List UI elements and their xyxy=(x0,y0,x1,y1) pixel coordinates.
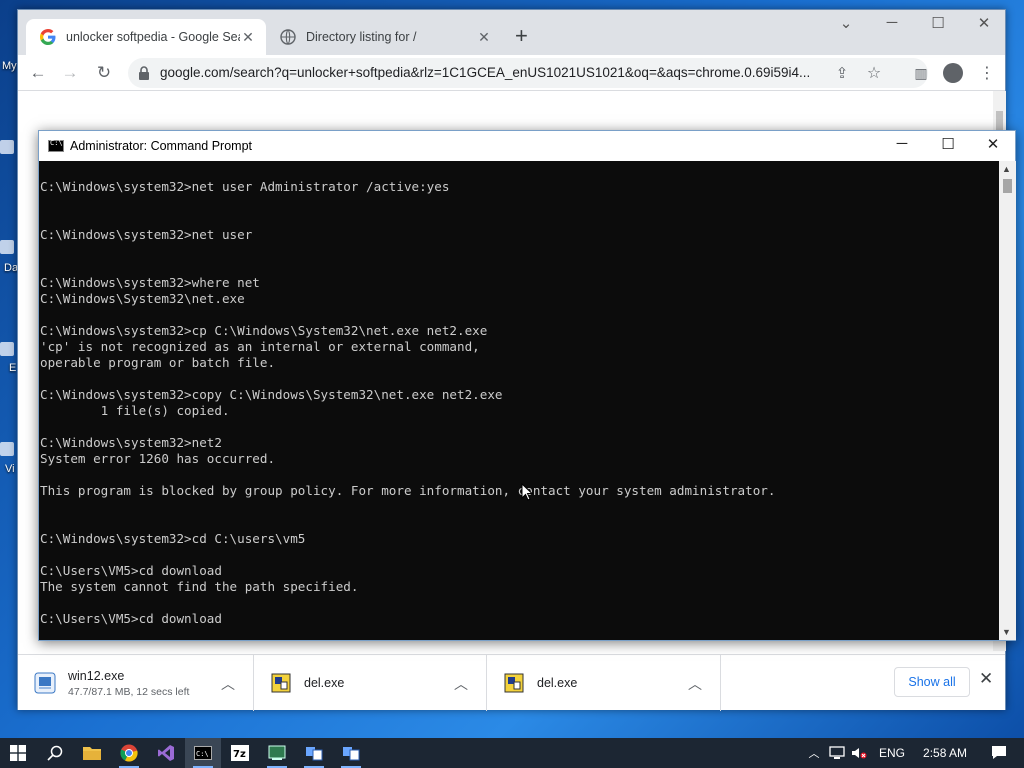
chevron-up-icon[interactable]: ︿ xyxy=(805,745,823,761)
notifications-icon[interactable] xyxy=(991,745,1007,761)
download-shelf: win12.exe 47.7/87.1 MB, 12 secs left ︿ d… xyxy=(18,654,1005,711)
exe-file-icon xyxy=(504,673,524,693)
google-g-icon xyxy=(40,29,56,45)
desktop-icon-label[interactable]: E xyxy=(9,362,16,374)
download-item[interactable]: del.exe ︿ xyxy=(487,655,721,711)
chevron-up-icon[interactable]: ︿ xyxy=(221,674,235,694)
download-filename: del.exe xyxy=(537,676,578,690)
search-icon xyxy=(47,745,63,761)
download-item[interactable]: del.exe ︿ xyxy=(254,655,487,711)
menu-kebab-icon[interactable]: ⋮ xyxy=(975,61,999,85)
scroll-thumb[interactable] xyxy=(1003,179,1012,193)
desktop-icon[interactable] xyxy=(0,442,14,456)
installer-icon xyxy=(34,672,56,694)
close-window-button[interactable]: ✕ xyxy=(961,14,1007,32)
taskbar-app-window[interactable] xyxy=(259,738,295,768)
profile-avatar[interactable] xyxy=(943,63,963,83)
scroll-up-icon[interactable]: ▲ xyxy=(1002,164,1011,174)
cmd-maximize-button[interactable]: ☐ xyxy=(925,135,971,159)
desktop-icon-label[interactable]: My xyxy=(2,60,17,72)
console-text: C:\Windows\system32>net user Administrat… xyxy=(40,179,776,626)
tab-strip: unlocker softpedia - Google Sear ✕ Direc… xyxy=(18,10,1005,55)
taskbar: C:\ 7z ︿ ENG 2:58 AM xyxy=(0,738,1024,768)
chrome-icon xyxy=(120,744,138,762)
console-output[interactable]: C:\Windows\system32>net user Administrat… xyxy=(39,161,999,640)
back-icon[interactable]: ← xyxy=(26,61,50,85)
download-filename: win12.exe xyxy=(68,668,125,683)
exe-file-icon xyxy=(271,673,291,693)
taskbar-7zip[interactable]: 7z xyxy=(222,738,258,768)
browser-toolbar: ← → ↻ google.com/search?q=unlocker+softp… xyxy=(18,55,1005,91)
chevron-up-icon[interactable]: ︿ xyxy=(688,674,702,694)
globe-icon xyxy=(280,29,296,45)
cmd-titlebar[interactable]: Administrator: Command Prompt ─ ☐ ✕ xyxy=(39,131,1015,161)
download-status: 47.7/87.1 MB, 12 secs left xyxy=(68,685,190,698)
side-panel-icon[interactable]: ▥ xyxy=(909,61,933,85)
chevron-up-icon[interactable]: ︿ xyxy=(454,674,468,694)
taskbar-command-prompt[interactable]: C:\ xyxy=(185,738,221,768)
taskbar-visual-studio[interactable] xyxy=(148,738,184,768)
cmd-title: Administrator: Command Prompt xyxy=(70,139,253,153)
command-prompt-window: Administrator: Command Prompt ─ ☐ ✕ C:\W… xyxy=(38,130,1016,641)
visual-studio-icon xyxy=(158,745,174,761)
taskbar-chrome[interactable] xyxy=(111,738,147,768)
windows-logo-icon xyxy=(10,745,26,761)
share-icon[interactable]: ⇪ xyxy=(830,61,854,85)
cmd-scrollbar[interactable]: ▲ ▼ xyxy=(999,161,1016,640)
taskbar-file-explorer[interactable] xyxy=(74,738,110,768)
desktop-icon-label[interactable]: Vi xyxy=(5,463,15,475)
7zip-icon: 7z xyxy=(231,745,249,761)
forward-icon[interactable]: → xyxy=(58,61,82,85)
bookmark-star-icon[interactable]: ☆ xyxy=(862,61,886,85)
language-indicator[interactable]: ENG xyxy=(879,746,905,760)
app-tool-icon xyxy=(306,747,323,761)
download-filename: del.exe xyxy=(304,676,345,690)
close-shelf-icon[interactable]: ✕ xyxy=(979,669,993,689)
tab-directory-listing[interactable]: Directory listing for / ✕ xyxy=(266,19,502,55)
taskbar-app-tool-2[interactable] xyxy=(333,738,369,768)
url-text[interactable]: google.com/search?q=unlocker+softpedia&r… xyxy=(160,65,828,80)
desktop-icon[interactable] xyxy=(0,140,14,154)
cmd-app-icon[interactable] xyxy=(48,139,64,152)
show-all-button[interactable]: Show all xyxy=(894,667,970,697)
tab-search-button[interactable]: ⌄ xyxy=(823,14,869,32)
app-window-icon xyxy=(268,745,286,760)
maximize-button[interactable]: ☐ xyxy=(915,14,961,32)
desktop-icon-label[interactable]: Da xyxy=(4,262,18,274)
clock[interactable]: 2:58 AM xyxy=(923,746,967,760)
tab-google-search[interactable]: unlocker softpedia - Google Sear ✕ xyxy=(26,19,266,55)
start-button[interactable] xyxy=(0,738,36,768)
folder-icon xyxy=(83,747,101,760)
app-tool-icon xyxy=(343,747,360,761)
new-tab-button[interactable]: + xyxy=(515,25,528,47)
scroll-down-icon[interactable]: ▼ xyxy=(1002,627,1011,637)
svg-text:C:\: C:\ xyxy=(196,750,209,758)
tab-title: Directory listing for / xyxy=(306,30,417,44)
tab-title: unlocker softpedia - Google Sear xyxy=(66,30,240,44)
network-icon[interactable] xyxy=(829,746,845,760)
close-tab-icon[interactable]: ✕ xyxy=(476,29,492,46)
cmd-minimize-button[interactable]: ─ xyxy=(879,135,925,159)
taskbar-app-tool-1[interactable] xyxy=(296,738,332,768)
command-prompt-icon: C:\ xyxy=(194,746,212,760)
svg-text:7z: 7z xyxy=(233,749,246,760)
cmd-close-button[interactable]: ✕ xyxy=(970,135,1016,159)
close-tab-icon[interactable]: ✕ xyxy=(240,29,256,46)
download-item[interactable]: win12.exe 47.7/87.1 MB, 12 secs left ︿ xyxy=(18,655,254,711)
mouse-cursor-icon xyxy=(521,483,533,501)
lock-icon[interactable] xyxy=(138,66,150,80)
desktop-icon[interactable] xyxy=(0,240,14,254)
volume-muted-icon[interactable] xyxy=(851,746,867,760)
address-bar[interactable]: google.com/search?q=unlocker+softpedia&r… xyxy=(128,58,928,88)
search-button[interactable] xyxy=(37,738,73,768)
system-tray: ︿ ENG 2:58 AM xyxy=(805,738,1007,768)
reload-icon[interactable]: ↻ xyxy=(92,61,116,85)
minimize-button[interactable]: ─ xyxy=(869,14,915,31)
desktop-icon[interactable] xyxy=(0,342,14,356)
